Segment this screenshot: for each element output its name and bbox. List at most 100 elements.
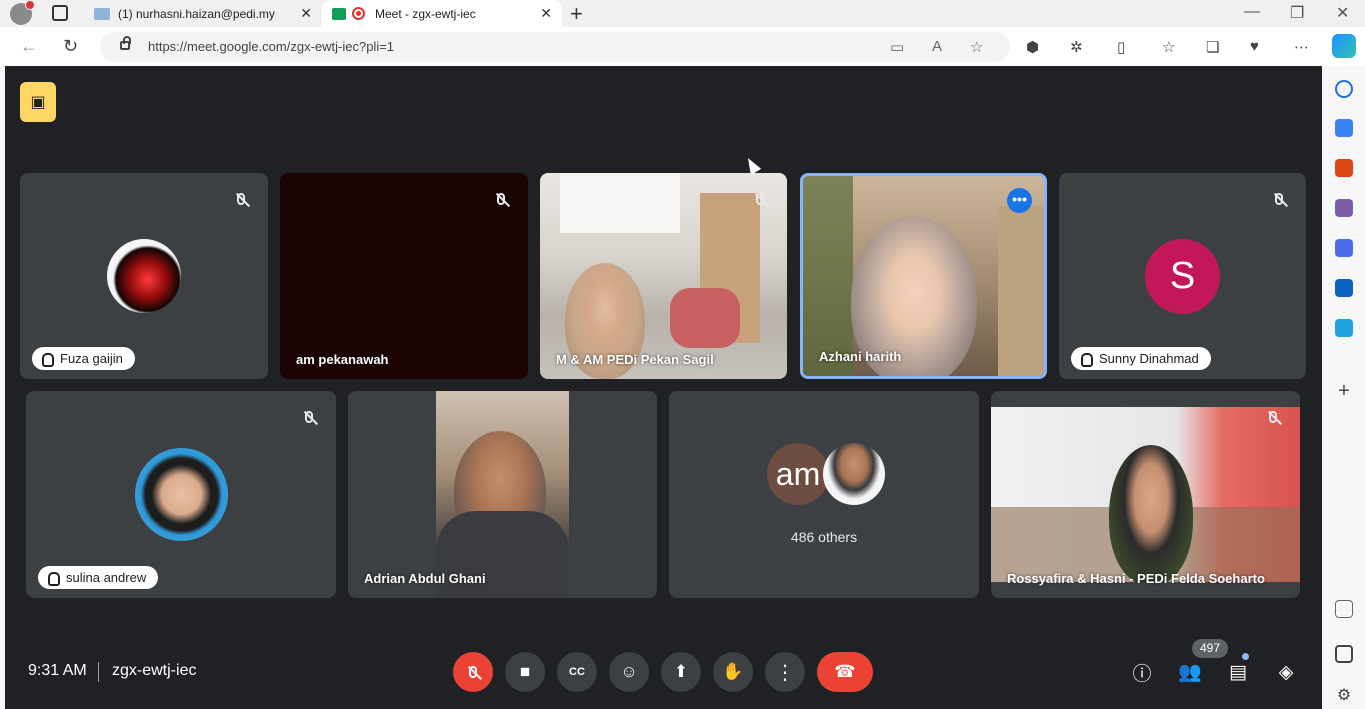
games-icon[interactable] <box>1335 199 1353 217</box>
mic-off-icon <box>490 188 512 210</box>
participant-video <box>991 407 1300 582</box>
participant-name: Azhani harith <box>819 349 902 364</box>
captions-button[interactable]: CC <box>557 652 597 692</box>
mic-off-icon <box>1262 406 1284 428</box>
participant-avatar <box>135 448 228 541</box>
chat-notification-dot <box>1242 653 1249 660</box>
collections-icon[interactable]: ❏ <box>1206 38 1219 56</box>
participant-tile[interactable]: Adrian Abdul Ghani <box>348 391 657 598</box>
split-screen-icon[interactable]: ▯ <box>1117 38 1125 56</box>
room-shelf <box>998 206 1044 376</box>
tools-icon[interactable] <box>1335 159 1353 177</box>
browser-essentials-icon[interactable]: ♥ <box>1250 38 1259 55</box>
drop-icon[interactable] <box>1335 319 1353 337</box>
close-tab-icon[interactable]: ✕ <box>540 5 552 22</box>
people-button[interactable]: 👥 <box>1174 656 1206 688</box>
info-button[interactable]: ⓘ <box>1126 656 1158 688</box>
close-tab-icon[interactable]: ✕ <box>300 5 312 22</box>
chat-button[interactable]: ▤ <box>1222 656 1254 688</box>
close-window-icon[interactable]: ✕ <box>1336 3 1349 23</box>
participant-avatar: am <box>767 443 829 505</box>
microsoft365-icon[interactable] <box>1335 239 1353 257</box>
participant-tile[interactable]: Fuza gaijin <box>20 173 268 379</box>
screenshot-icon[interactable] <box>1335 600 1353 618</box>
mic-off-icon <box>1268 188 1290 210</box>
participant-name: Sunny Dinahmad <box>1071 347 1211 370</box>
present-button[interactable]: ⬆ <box>661 652 701 692</box>
camera-permission-icon[interactable]: ▭ <box>890 38 904 56</box>
participant-name: Adrian Abdul Ghani <box>364 571 486 586</box>
browser-tab-strip: (1) nurhasni.haizan@pedi.my ✕ Meet - zgx… <box>0 0 1365 27</box>
tab-actions-icon[interactable] <box>52 5 68 21</box>
more-options-button[interactable]: ⋮ <box>765 652 805 692</box>
participant-name: Rossyafira & Hasni - PEDi Felda Soeharto <box>1007 571 1265 586</box>
mic-off-icon <box>749 188 771 210</box>
room-window <box>560 173 680 233</box>
search-icon[interactable] <box>1335 80 1353 98</box>
participant-tile[interactable]: Rossyafira & Hasni - PEDi Felda Soeharto <box>991 391 1300 598</box>
recording-icon[interactable]: ▣ <box>20 82 56 122</box>
others-tile[interactable]: am 486 others <box>669 391 979 598</box>
lock-icon[interactable] <box>120 36 131 50</box>
favorites-icon[interactable]: ☆ <box>1162 38 1175 56</box>
url-text[interactable]: https://meet.google.com/zgx-ewtj-iec?pli… <box>148 39 394 54</box>
participant-tile[interactable]: am pekanawah <box>280 173 528 379</box>
minimize-icon[interactable]: — <box>1244 3 1260 21</box>
meeting-time: 9:31 AM <box>28 662 87 679</box>
participant-avatar <box>823 443 885 505</box>
reload-icon[interactable]: ↻ <box>63 36 78 57</box>
add-sidebar-icon[interactable]: + <box>1335 381 1353 401</box>
raise-hand-button[interactable]: ✋ <box>713 652 753 692</box>
extension-shield-icon[interactable]: ⬢ <box>1026 38 1039 56</box>
restore-icon[interactable]: ❐ <box>1290 3 1304 23</box>
favorite-icon[interactable]: ☆ <box>970 38 983 56</box>
tab-mail[interactable]: (1) nurhasni.haizan@pedi.my ✕ <box>84 0 322 27</box>
participant-name: sulina andrew <box>38 566 159 589</box>
tab-meet[interactable]: Meet - zgx-ewtj-iec ✕ <box>322 0 562 27</box>
mic-off-icon <box>298 406 320 428</box>
participant-avatar <box>107 239 181 313</box>
mic-off-button[interactable] <box>453 652 493 692</box>
others-count: 486 others <box>790 529 858 545</box>
read-aloud-icon[interactable]: A <box>932 38 942 55</box>
shopping-icon[interactable] <box>1335 119 1353 137</box>
browser-toolbar: ← ↻ https://meet.google.com/zgx-ewtj-iec… <box>0 27 1365 66</box>
outlook-icon[interactable] <box>1335 279 1353 297</box>
participant-name: M & AM PEDi Pekan Sagil <box>556 352 714 367</box>
participant-face <box>1109 445 1193 582</box>
participant-video <box>670 288 740 348</box>
participant-name: am pekanawah <box>296 352 389 367</box>
sidebar-settings-icon[interactable]: ⚙ <box>1335 685 1353 704</box>
recording-tab-icon <box>352 7 365 20</box>
extensions-icon[interactable]: ✲ <box>1070 38 1083 56</box>
participant-tile[interactable]: M & AM PEDi Pekan Sagil <box>540 173 787 379</box>
address-bar[interactable]: https://meet.google.com/zgx-ewtj-iec?pli… <box>100 32 1010 62</box>
activities-button[interactable]: ◈ <box>1270 656 1302 688</box>
settings-more-icon[interactable]: ⋯ <box>1294 38 1309 56</box>
mail-icon <box>94 7 110 20</box>
profile-icon[interactable] <box>10 0 35 25</box>
mouse-cursor <box>742 155 762 175</box>
participant-avatar: S <box>1145 239 1220 314</box>
emoji-button[interactable]: ☺ <box>609 652 649 692</box>
back-icon[interactable]: ← <box>20 36 38 57</box>
participant-tile[interactable]: sulina andrew <box>26 391 336 598</box>
participant-tile[interactable]: ••• Azhani harith <box>800 173 1047 379</box>
meet-stage: ▣ Fuza gaijin am pekanawah M & AM PEDi P… <box>5 66 1322 709</box>
new-tab-icon[interactable]: + <box>570 1 583 27</box>
more-options-icon[interactable]: ••• <box>1007 188 1032 213</box>
camera-button[interactable]: ■ <box>505 652 545 692</box>
footer-separator <box>98 662 99 682</box>
participant-video <box>436 391 569 598</box>
copilot-icon[interactable] <box>1332 34 1356 58</box>
meeting-code: zgx-ewtj-iec <box>112 662 197 679</box>
meet-icon <box>332 7 346 20</box>
participant-tile[interactable]: S Sunny Dinahmad <box>1059 173 1306 379</box>
tab-title: (1) nurhasni.haizan@pedi.my <box>118 6 275 21</box>
tab-title: Meet - zgx-ewtj-iec <box>375 6 476 21</box>
end-call-button[interactable]: ☎ <box>817 652 873 692</box>
hide-sidebar-icon[interactable] <box>1335 645 1353 663</box>
edge-sidebar: + ⚙ <box>1325 66 1365 709</box>
participant-name: Fuza gaijin <box>32 347 135 370</box>
room-plant <box>803 176 853 376</box>
